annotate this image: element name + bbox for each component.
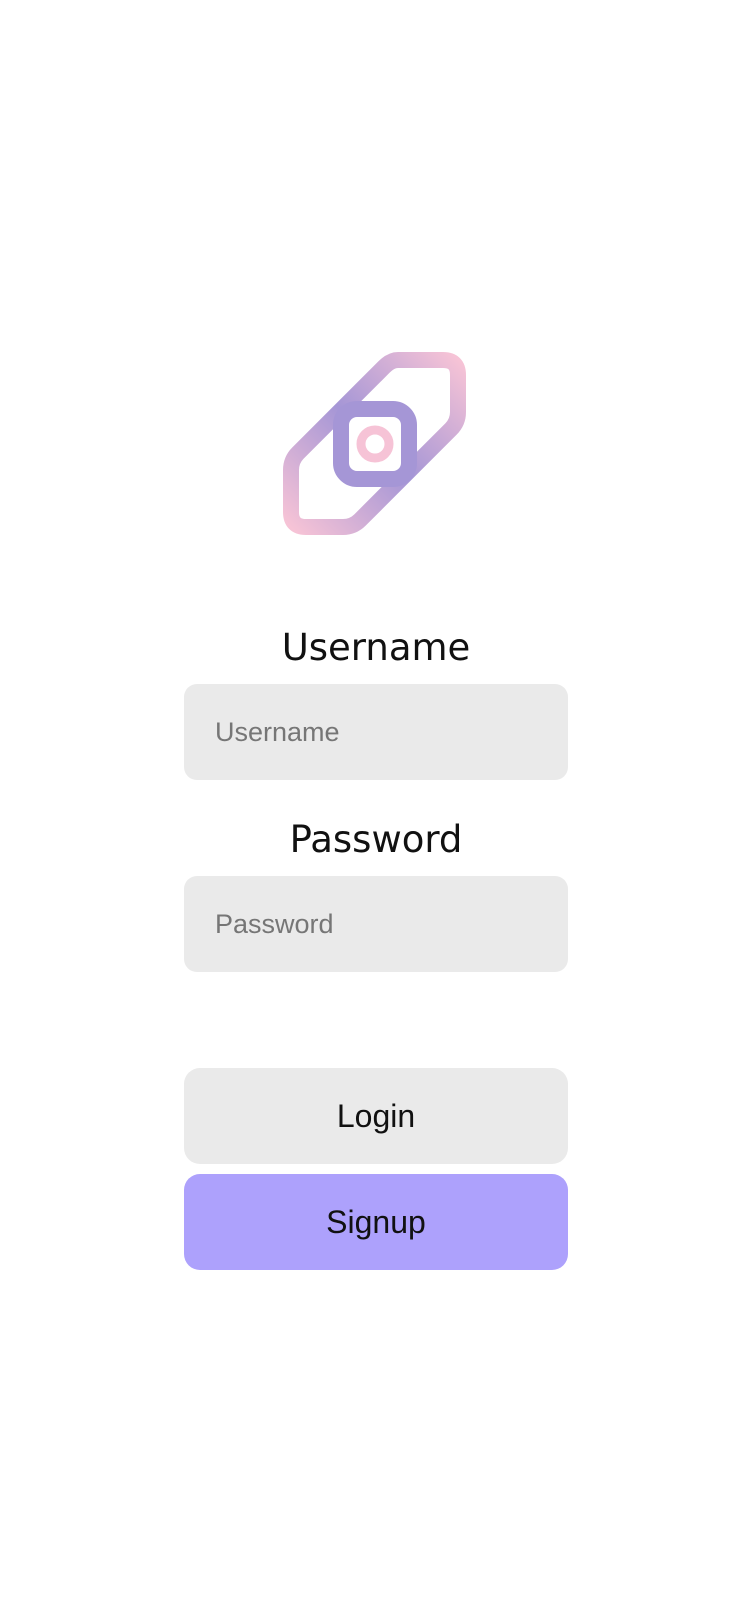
password-label: Password: [289, 818, 463, 861]
app-logo-icon: [283, 352, 466, 535]
signup-button[interactable]: Signup: [184, 1174, 568, 1270]
password-input[interactable]: [184, 876, 568, 972]
login-button[interactable]: Login: [184, 1068, 568, 1164]
username-label: Username: [281, 626, 471, 669]
username-input[interactable]: [184, 684, 568, 780]
